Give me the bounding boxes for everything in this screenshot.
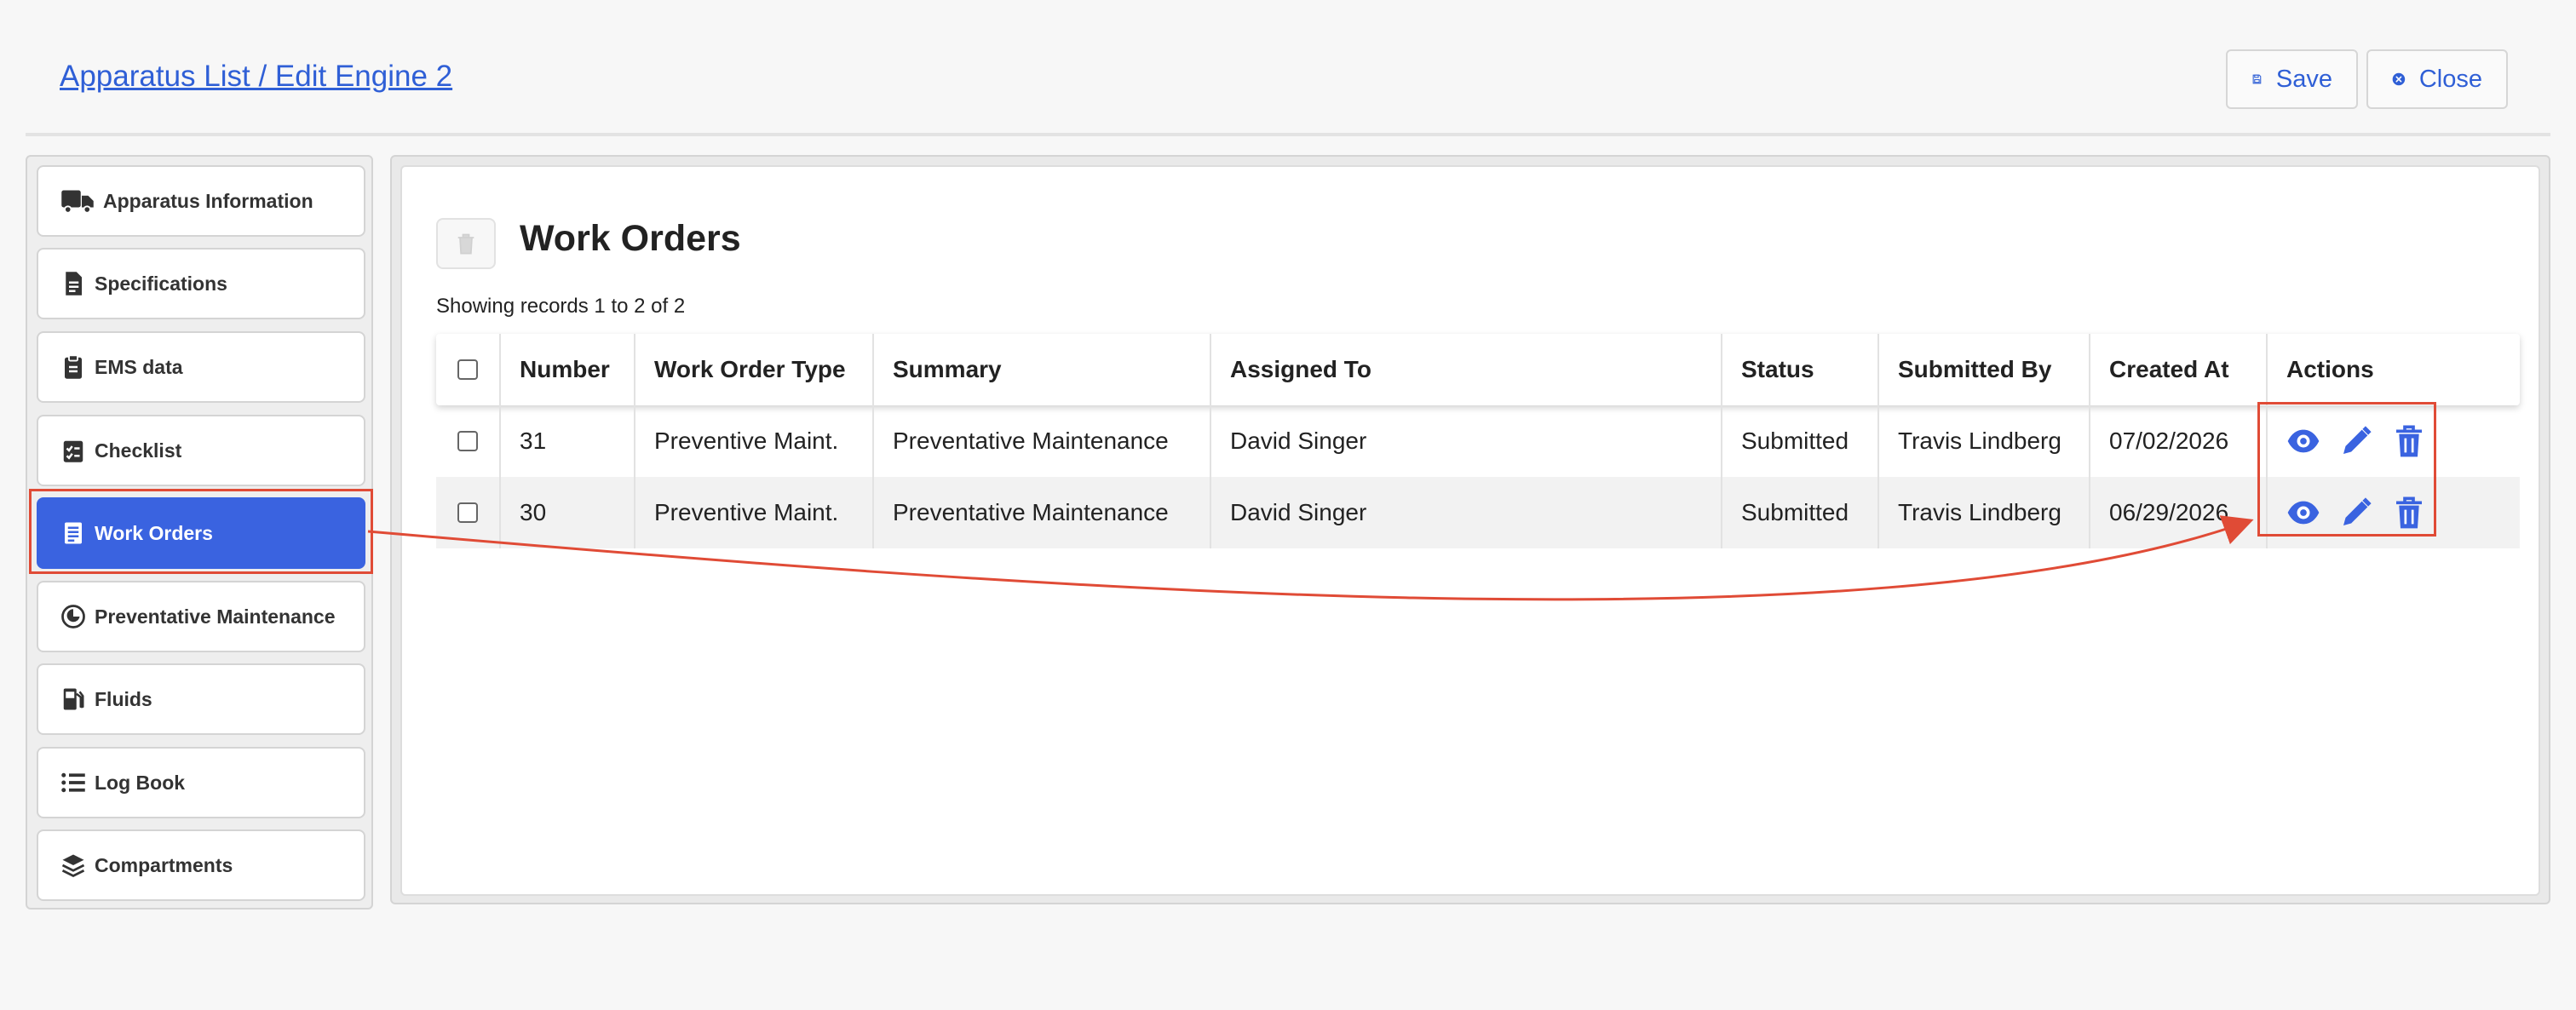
table-header: Number Work Order Type Summary Assigned … — [436, 334, 2520, 405]
cell-summary: Preventative Maintenance — [872, 477, 1210, 548]
sidebar-item-checklist[interactable]: Checklist — [37, 415, 365, 486]
row-checkbox[interactable] — [457, 431, 478, 451]
sidebar-item-label: Log Book — [95, 771, 186, 794]
cell-type: Preventive Maint. — [634, 405, 872, 477]
select-all-checkbox[interactable] — [457, 359, 478, 380]
clipboard-icon — [65, 354, 82, 379]
page-header: Apparatus List / Edit Engine 2 Save Clos… — [0, 0, 2576, 136]
sidebar-item-label: Fluids — [95, 687, 152, 710]
bulk-delete-button[interactable] — [436, 218, 496, 269]
cell-summary: Preventative Maintenance — [872, 405, 1210, 477]
save-icon — [2252, 74, 2262, 84]
sidebar-item-label: Compartments — [95, 853, 233, 876]
document-icon — [66, 272, 82, 296]
truck-icon — [61, 190, 94, 214]
cell-status: Submitted — [1721, 405, 1877, 477]
column-header-type[interactable]: Work Order Type — [634, 334, 872, 405]
header-divider — [26, 133, 2550, 136]
cell-submitted-by: Travis Lindberg — [1877, 477, 2089, 548]
cell-number: 31 — [499, 405, 634, 477]
sidebar-item-log-book[interactable]: Log Book — [37, 747, 365, 818]
sidebar-item-specifications[interactable]: Specifications — [37, 248, 365, 319]
save-label: Save — [2275, 65, 2332, 93]
sidebar-item-ems-data[interactable]: EMS data — [37, 331, 365, 403]
row-checkbox[interactable] — [457, 502, 478, 523]
sidebar-item-fluids[interactable]: Fluids — [37, 663, 365, 735]
row-select-cell — [436, 477, 499, 548]
fuel-icon — [63, 688, 84, 710]
record-count: Showing records 1 to 2 of 2 — [436, 295, 686, 318]
sidebar-item-compartments[interactable]: Compartments — [37, 829, 365, 901]
column-header-submitted-by[interactable]: Submitted By — [1877, 334, 2089, 405]
checklist-icon — [63, 440, 83, 462]
cell-type: Preventive Maint. — [634, 477, 872, 548]
clock-icon — [61, 605, 85, 628]
sidebar-item-label: Apparatus Information — [103, 189, 313, 212]
cell-submitted-by: Travis Lindberg — [1877, 405, 2089, 477]
sidebar-item-preventative-maintenance[interactable]: Preventative Maintenance — [37, 581, 365, 652]
cell-status: Submitted — [1721, 477, 1877, 548]
work-orders-card: Work Orders Showing records 1 to 2 of 2 … — [400, 165, 2540, 896]
sidebar-item-label: EMS data — [95, 355, 183, 378]
cell-created-at: 06/29/2026 — [2089, 477, 2266, 548]
column-header-summary[interactable]: Summary — [872, 334, 1210, 405]
table-row: 31 Preventive Maint. Preventative Mainte… — [436, 405, 2520, 477]
cell-created-at: 07/02/2026 — [2089, 405, 2266, 477]
layers-icon — [61, 854, 85, 878]
close-label: Close — [2418, 65, 2482, 93]
sidebar-item-label: Specifications — [95, 272, 227, 295]
work-orders-table: Number Work Order Type Summary Assigned … — [436, 334, 2520, 548]
list-icon — [61, 772, 85, 793]
column-header-number[interactable]: Number — [499, 334, 634, 405]
breadcrumb[interactable]: Apparatus List / Edit Engine 2 — [60, 60, 452, 94]
actions-highlight — [2257, 402, 2436, 537]
column-header-actions: Actions — [2266, 334, 2520, 405]
sidebar-item-label: Preventative Maintenance — [95, 605, 336, 628]
page-title: Work Orders — [520, 218, 741, 259]
sidebar: Apparatus Information Specifications EMS… — [26, 155, 373, 910]
table-row: 30 Preventive Maint. Preventative Mainte… — [436, 477, 2520, 548]
sidebar-item-apparatus-information[interactable]: Apparatus Information — [37, 165, 365, 237]
active-item-highlight — [29, 489, 373, 574]
cell-assigned-to: David Singer — [1210, 405, 1721, 477]
close-button[interactable]: Close — [2366, 49, 2508, 109]
sidebar-item-label: Checklist — [95, 439, 182, 462]
column-header-created-at[interactable]: Created At — [2089, 334, 2266, 405]
cell-number: 30 — [499, 477, 634, 548]
main-panel: Work Orders Showing records 1 to 2 of 2 … — [390, 155, 2550, 904]
row-select-cell — [436, 405, 499, 477]
cell-assigned-to: David Singer — [1210, 477, 1721, 548]
trash-icon — [457, 233, 474, 255]
save-button[interactable]: Save — [2226, 49, 2358, 109]
select-all-cell — [436, 334, 499, 405]
column-header-assigned-to[interactable]: Assigned To — [1210, 334, 1721, 405]
column-header-status[interactable]: Status — [1721, 334, 1877, 405]
close-circle-icon — [2392, 72, 2406, 86]
